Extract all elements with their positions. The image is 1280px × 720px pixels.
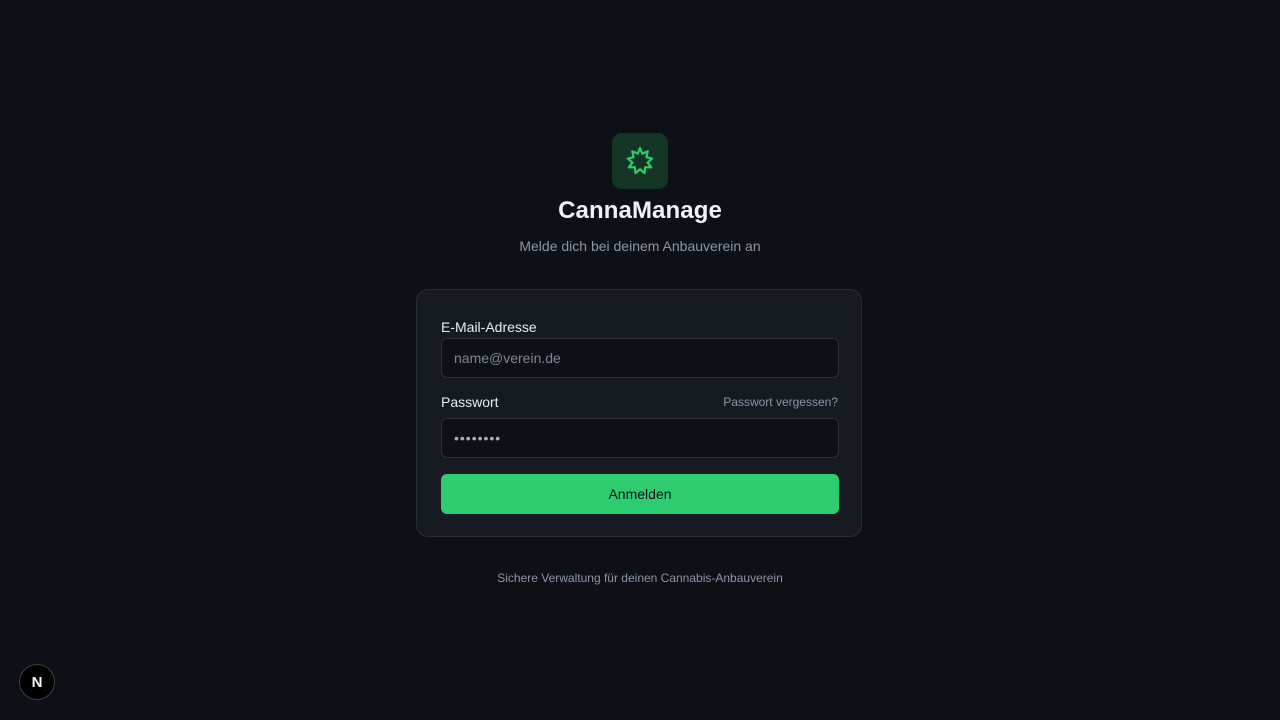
email-label: E-Mail-Adresse: [441, 319, 537, 335]
footer-note: Sichere Verwaltung für deinen Cannabis-A…: [497, 571, 783, 585]
password-field[interactable]: [441, 418, 839, 458]
login-button[interactable]: Anmelden: [441, 474, 839, 514]
nextjs-dev-badge[interactable]: N: [19, 664, 55, 700]
password-label: Passwort: [441, 394, 499, 410]
app-subtitle: Melde dich bei deinem Anbauverein an: [519, 238, 761, 254]
email-field[interactable]: [441, 338, 839, 378]
forgot-password-link[interactable]: Passwort vergessen?: [723, 395, 838, 409]
cannabis-leaf-icon: [626, 146, 654, 175]
app-logo: [612, 133, 668, 189]
app-title: CannaManage: [558, 197, 722, 224]
nextjs-icon: N: [31, 673, 43, 691]
login-card: E-Mail-Adresse Passwort Passwort vergess…: [416, 289, 862, 537]
login-page: CannaManage Melde dich bei deinem Anbauv…: [0, 0, 1280, 720]
